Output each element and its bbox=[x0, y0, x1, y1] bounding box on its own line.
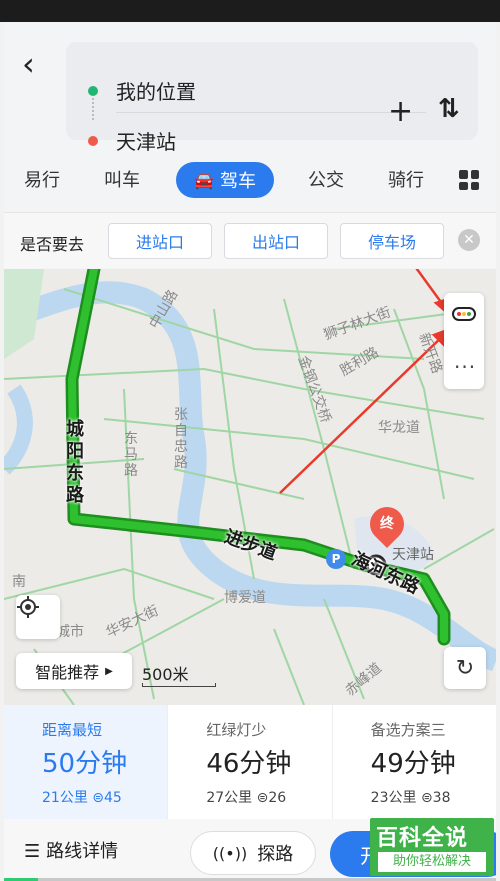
route-option-lights: 26 bbox=[268, 790, 287, 806]
destination-pin[interactable]: 终 bbox=[362, 499, 412, 549]
more-icon[interactable]: ··· bbox=[454, 355, 476, 379]
close-icon[interactable]: ✕ bbox=[458, 229, 480, 251]
chip-entrance[interactable]: 进站口 bbox=[108, 223, 212, 259]
waypoint-connector bbox=[92, 98, 94, 120]
broadcast-icon: ((•)) bbox=[212, 843, 248, 863]
list-icon: ☰ bbox=[24, 841, 41, 862]
route-option-fewer-lights[interactable]: 红绿灯少 46分钟 27公里 ⊜26 bbox=[168, 705, 333, 819]
route-option-time: 46分钟 bbox=[206, 749, 292, 779]
refresh-icon[interactable]: ↻ bbox=[444, 647, 486, 689]
watermark-logo: 百科全说 助你轻松解决 bbox=[370, 818, 494, 876]
tab-easy[interactable]: 易行 bbox=[24, 166, 60, 192]
play-triangle-icon: ▶ bbox=[105, 665, 113, 677]
map-scale-label: 500米 bbox=[142, 665, 189, 684]
destination-field[interactable]: 天津站 bbox=[88, 126, 176, 155]
back-icon[interactable]: ‹ bbox=[22, 48, 52, 80]
route-option-shortest[interactable]: 距离最短 50分钟 21公里 ⊜45 bbox=[4, 705, 169, 819]
watermark-subtitle: 助你轻松解决 bbox=[378, 852, 486, 872]
tab-drive[interactable]: 🚘 驾车 bbox=[176, 162, 274, 198]
route-option-time: 50分钟 bbox=[42, 749, 128, 779]
station-label: 天津站 bbox=[392, 547, 434, 563]
road-label: 城阳东路 bbox=[66, 419, 84, 506]
explore-label: 探路 bbox=[257, 844, 294, 865]
map-label: 南 bbox=[12, 574, 26, 590]
map-label: 城市 bbox=[56, 624, 84, 640]
tab-drive-label: 驾车 bbox=[219, 171, 256, 192]
route-input-card: 我的位置 天津站 + ⇅ bbox=[66, 42, 478, 154]
map-label: 华龙道 bbox=[378, 420, 420, 436]
route-option-name: 备选方案三 bbox=[370, 721, 446, 739]
map-tools-panel: ··· bbox=[444, 293, 484, 389]
route-option-name: 距离最短 bbox=[42, 721, 103, 739]
app-screen: ‹ 我的位置 天津站 + ⇅ 易行 叫车 🚘 驾车 公交 骑行 是否要去 进站口… bbox=[4, 22, 496, 881]
route-option-meta: 21公里 ⊜45 bbox=[42, 787, 122, 807]
locate-icon bbox=[17, 596, 39, 618]
route-option-alternative[interactable]: 备选方案三 49分钟 23公里 ⊜38 bbox=[333, 705, 496, 819]
destination-pin-label: 终 bbox=[380, 516, 394, 532]
route-option-name: 红绿灯少 bbox=[206, 721, 267, 739]
route-options: 距离最短 50分钟 21公里 ⊜45 红绿灯少 46分钟 27公里 ⊜26 备选… bbox=[4, 705, 496, 819]
origin-label: 我的位置 bbox=[116, 80, 196, 104]
traffic-light-count-icon: ⊜ bbox=[420, 790, 433, 806]
destination-question: 是否要去 bbox=[20, 235, 85, 254]
destination-label: 天津站 bbox=[116, 130, 176, 154]
chip-exit[interactable]: 出站口 bbox=[224, 223, 328, 259]
swap-icon[interactable]: ⇅ bbox=[438, 94, 460, 124]
explore-button[interactable]: ((•)) 探路 bbox=[190, 831, 316, 875]
route-option-distance: 27公里 bbox=[206, 790, 253, 806]
destination-dot-icon bbox=[88, 135, 98, 146]
route-detail-label: 路线详情 bbox=[46, 841, 119, 862]
route-detail-button[interactable]: ☰ 路线详情 bbox=[24, 837, 118, 863]
map-label: 东马路 bbox=[124, 431, 138, 479]
tab-cycling[interactable]: 骑行 bbox=[388, 166, 424, 192]
grid-menu-icon[interactable] bbox=[459, 170, 479, 190]
chip-parking[interactable]: 停车场 bbox=[340, 223, 444, 259]
route-option-lights: 45 bbox=[104, 790, 122, 806]
route-option-distance: 21公里 bbox=[42, 790, 88, 806]
map-label: 张自忠路 bbox=[174, 407, 188, 471]
map-label: 博爱道 bbox=[224, 590, 266, 606]
traffic-light-red bbox=[456, 312, 461, 316]
origin-dot-icon bbox=[88, 85, 98, 96]
origin-field[interactable]: 我的位置 bbox=[88, 76, 196, 105]
traffic-light-count-icon: ⊜ bbox=[256, 790, 269, 806]
top-bar bbox=[0, 0, 500, 22]
smart-recommend-button[interactable]: 智能推荐 ▶ bbox=[16, 653, 132, 689]
parking-marker[interactable]: P bbox=[326, 549, 346, 569]
mode-tabs: 易行 叫车 🚘 驾车 公交 骑行 bbox=[4, 162, 496, 198]
route-option-meta: 23公里 ⊜38 bbox=[371, 787, 451, 807]
route-option-time: 49分钟 bbox=[370, 749, 456, 779]
smart-recommend-label: 智能推荐 bbox=[35, 663, 100, 682]
route-option-distance: 23公里 bbox=[370, 790, 417, 806]
locate-button[interactable] bbox=[16, 595, 60, 639]
river-branch-shape bbox=[4, 384, 33, 475]
route-option-lights: 38 bbox=[432, 790, 451, 806]
map-scale-bar bbox=[142, 683, 216, 687]
add-waypoint-icon[interactable]: + bbox=[388, 94, 413, 129]
traffic-light-count-icon: ⊜ bbox=[92, 790, 105, 806]
divider bbox=[116, 112, 426, 113]
watermark-title: 百科全说 bbox=[376, 826, 469, 851]
traffic-light-yellow bbox=[461, 312, 466, 316]
map-view[interactable]: 中山路 狮子林大街 胜利路 金钢公交桥 新开路 华龙道 东马路 张自忠路 博爱道… bbox=[4, 269, 496, 705]
destination-suggestion-bar: 是否要去 进站口 出站口 停车场 ✕ bbox=[4, 212, 496, 268]
route-option-meta: 27公里 ⊜26 bbox=[206, 787, 286, 807]
traffic-light-green bbox=[467, 312, 472, 316]
traffic-light-icon[interactable] bbox=[452, 307, 476, 321]
tab-taxi[interactable]: 叫车 bbox=[104, 166, 140, 192]
car-icon: 🚘 bbox=[194, 170, 214, 190]
tab-transit[interactable]: 公交 bbox=[308, 166, 344, 192]
